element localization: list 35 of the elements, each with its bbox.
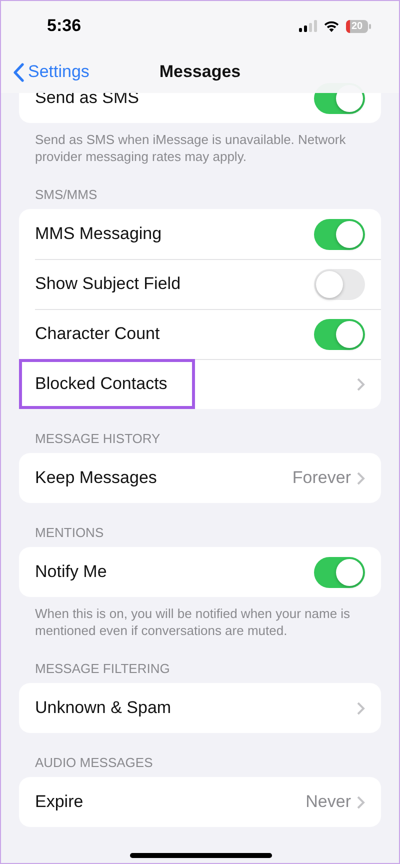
row-label: Character Count — [35, 324, 161, 344]
back-chevron-icon — [13, 62, 24, 82]
settings-row[interactable]: Blocked Contacts — [19, 359, 381, 409]
row-value: Never — [306, 792, 351, 812]
settings-row[interactable]: Unknown & Spam — [19, 683, 381, 733]
row-label: Show Subject Field — [35, 274, 182, 294]
section-header: AUDIO MESSAGES — [34, 755, 154, 770]
section-header: MESSAGE FILTERING — [34, 661, 171, 676]
settings-row[interactable]: Expire Never — [19, 777, 381, 827]
row-value: Forever — [292, 468, 351, 488]
section-footer: Send as SMS when iMessage is unavailable. Network provider messaging rates may apply. — [1, 131, 399, 165]
chevron-icon — [357, 796, 365, 808]
settings-row[interactable]: Keep Messages Forever — [19, 453, 381, 503]
chevron-icon — [357, 472, 365, 484]
nav-title: Messages — [159, 62, 241, 82]
row-label: MMS Messaging — [35, 224, 163, 244]
section-header: MENTIONS — [34, 525, 105, 540]
section-footer: When this is on, you will be notified when your name is mentioned even if conversations are muted. — [1, 605, 399, 639]
toggle-switch[interactable] — [314, 318, 365, 350]
section-header: MESSAGE HISTORY — [34, 431, 162, 446]
row-label: Keep Messages — [35, 468, 158, 488]
signal-icon — [299, 20, 317, 32]
row-label: Notify Me — [35, 562, 108, 582]
toggle-switch[interactable] — [314, 268, 365, 300]
chevron-icon — [357, 378, 365, 390]
toggle-switch[interactable] — [314, 556, 365, 588]
section-header: SMS/MMS — [34, 187, 98, 202]
row-label: Unknown & Spam — [35, 698, 172, 718]
wifi-icon — [323, 20, 340, 32]
chevron-icon — [357, 702, 365, 714]
toggle-switch[interactable] — [314, 218, 365, 250]
battery-icon: 20 — [346, 20, 371, 32]
row-label: Blocked Contacts — [35, 374, 168, 394]
row-label: Expire — [35, 792, 84, 812]
status-time: 5:36 — [47, 16, 82, 36]
